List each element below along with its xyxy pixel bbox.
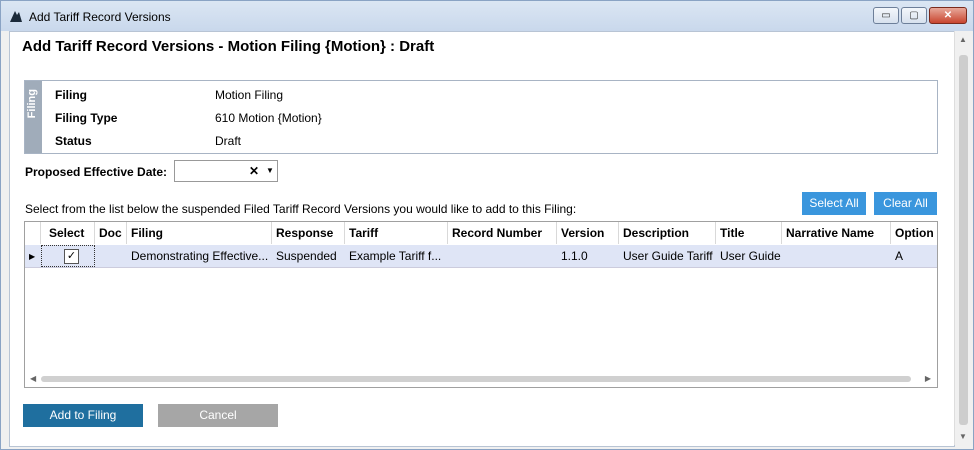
column-header-tariff[interactable]: Tariff [345,222,448,244]
cell-option: A [895,249,904,263]
vertical-scroll-thumb[interactable] [959,55,968,425]
column-header-title[interactable]: Title [716,222,782,244]
scroll-thumb[interactable] [41,376,911,382]
grid-header: Select Doc Filing Response Tariff Record… [25,222,937,246]
cell-doc [95,245,127,267]
cancel-button[interactable]: Cancel [158,404,278,427]
add-to-filing-button[interactable]: Add to Filing [23,404,143,427]
info-label: Filing Type [55,111,118,125]
column-header-doc[interactable]: Doc [95,222,127,244]
cell-record-number [448,245,557,267]
clear-all-button[interactable]: Clear All [874,192,937,215]
dialog-content: Add Tariff Record Versions - Motion Fili… [9,31,972,447]
column-header-option[interactable]: Option [891,222,937,244]
scroll-left-icon[interactable]: ◀ [30,374,36,383]
select-checkbox[interactable]: ✓ [64,249,79,264]
tariff-records-grid: Select Doc Filing Response Tariff Record… [24,221,938,388]
title-bar[interactable]: Add Tariff Record Versions ▭ ▢ ✕ [1,1,973,31]
cell-tariff: Example Tariff f... [349,249,442,263]
info-value: Draft [215,134,242,148]
close-button[interactable]: ✕ [929,7,967,24]
info-label: Filing [55,88,87,102]
column-header-filing[interactable]: Filing [127,222,272,244]
cell-title: User Guide [720,249,781,263]
info-value: Motion Filing [215,88,284,102]
instructions-text: Select from the list below the suspended… [25,202,577,216]
page-title: Add Tariff Record Versions - Motion Fili… [22,38,435,55]
scroll-up-icon[interactable]: ▲ [959,35,967,44]
cell-narrative-name [782,245,891,267]
scroll-right-icon[interactable]: ▶ [925,374,931,383]
filing-tab: Filing [25,81,42,153]
window-title: Add Tariff Record Versions [29,10,171,24]
clear-date-icon[interactable]: ✕ [249,164,259,178]
table-row[interactable]: ▶ ✓ Demonstrating Effective... Suspended… [25,245,937,268]
cell-description: User Guide Tariff [623,249,713,263]
horizontal-scrollbar[interactable]: ◀ ▶ [25,371,937,387]
dialog-window: Add Tariff Record Versions ▭ ▢ ✕ Add Tar… [0,0,974,450]
column-header-version[interactable]: Version [557,222,619,244]
cell-version: 1.1.0 [561,249,588,263]
select-all-button[interactable]: Select All [802,192,866,215]
cell-filing: Demonstrating Effective... [131,249,269,263]
proposed-date-picker[interactable]: ✕ ▼ [174,160,278,182]
current-row-arrow-icon: ▶ [29,252,36,261]
minimize-button[interactable]: ▭ [873,7,899,24]
app-logo-icon [10,11,22,22]
filing-tab-label: Filing [26,89,38,119]
maximize-button[interactable]: ▢ [901,7,927,24]
column-header-response[interactable]: Response [272,222,345,244]
info-value: 610 Motion {Motion} [215,111,322,125]
vertical-scrollbar[interactable]: ▲ ▼ [954,31,972,445]
scroll-down-icon[interactable]: ▼ [959,432,967,441]
proposed-date-label: Proposed Effective Date: [25,165,168,179]
row-indicator-header [25,222,41,244]
filing-info-panel: Filing Filing Motion Filing Filing Type … [24,80,938,154]
column-header-select[interactable]: Select [41,222,95,244]
cell-response: Suspended [276,249,337,263]
info-label: Status [55,134,92,148]
column-header-narrative-name[interactable]: Narrative Name [782,222,891,244]
chevron-down-icon[interactable]: ▼ [266,166,274,175]
column-header-record-number[interactable]: Record Number [448,222,557,244]
column-header-description[interactable]: Description [619,222,716,244]
select-cell[interactable]: ✓ [41,245,95,267]
